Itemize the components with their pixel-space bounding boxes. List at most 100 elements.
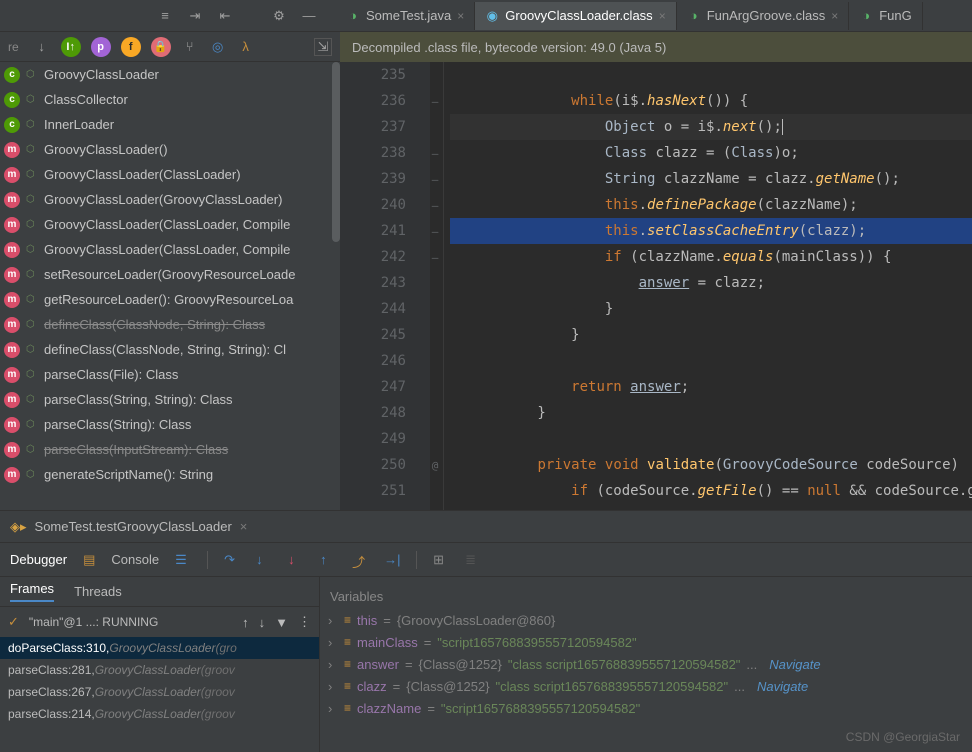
line-number[interactable]: 250 xyxy=(340,452,406,478)
line-number[interactable]: 238 xyxy=(340,140,406,166)
line-number[interactable]: 242 xyxy=(340,244,406,270)
fold-mark[interactable]: — xyxy=(428,173,442,186)
code-line[interactable]: answer = clazz; xyxy=(450,270,972,296)
variable-row[interactable]: ›≡ clazzName = "script165768839555712059… xyxy=(320,697,972,719)
variable-row[interactable]: ›≡ mainClass = "script165768839555712059… xyxy=(320,631,972,653)
tree-item[interactable]: m⬡parseClass(String, String): Class xyxy=(0,387,340,412)
code-line[interactable] xyxy=(450,348,972,374)
code-line[interactable]: Class clazz = (Class)o; xyxy=(450,140,972,166)
tree-item[interactable]: m⬡defineClass(ClassNode, String, String)… xyxy=(0,337,340,362)
line-number[interactable]: 248 xyxy=(340,400,406,426)
tree-item[interactable]: m⬡setResourceLoader(GroovyResourceLoade xyxy=(0,262,340,287)
line-number[interactable]: 245 xyxy=(340,322,406,348)
fold-mark[interactable]: — xyxy=(428,95,442,108)
tree-item[interactable]: m⬡generateScriptName(): String xyxy=(0,462,340,487)
close-icon[interactable]: × xyxy=(831,9,838,23)
variable-row[interactable]: ›≡ this = {GroovyClassLoader@860} xyxy=(320,609,972,631)
tree-item[interactable]: m⬡parseClass(InputStream): Class xyxy=(0,437,340,462)
tree-item[interactable]: m⬡GroovyClassLoader(ClassLoader) xyxy=(0,162,340,187)
scroll-icon[interactable]: ⇲ xyxy=(314,38,332,56)
tab-groovyclassloader[interactable]: ◉ GroovyClassLoader.class × xyxy=(475,2,676,30)
step-out-icon[interactable]: ↑ xyxy=(320,552,336,568)
sort-icon[interactable]: ↓ xyxy=(33,38,51,56)
frame-row[interactable]: parseClass:267, GroovyClassLoader (groov xyxy=(0,681,319,703)
tab-fung-partial[interactable]: ◑ FunG xyxy=(849,2,923,30)
debug-tab-label[interactable]: SomeTest.testGroovyClassLoader xyxy=(35,519,232,534)
tree-item[interactable]: m⬡GroovyClassLoader(ClassLoader, Compile xyxy=(0,237,340,262)
gutter[interactable]: 235236237💡238239240241242243244245246247… xyxy=(340,62,430,510)
line-number[interactable]: 237💡 xyxy=(340,114,406,140)
line-number[interactable]: 247 xyxy=(340,374,406,400)
code-line[interactable]: while(i$.hasNext()) { xyxy=(450,88,972,114)
scrollbar[interactable] xyxy=(332,62,340,242)
navigate-link[interactable]: Navigate xyxy=(769,657,820,672)
target-icon[interactable]: ◎ xyxy=(209,38,227,56)
fold-mark[interactable]: — xyxy=(428,199,442,212)
fold-column[interactable]: ——————@ xyxy=(430,62,444,510)
expand-icon[interactable]: ⇤ xyxy=(216,7,234,25)
frame-row[interactable]: parseClass:281, GroovyClassLoader (groov xyxy=(0,659,319,681)
line-number[interactable]: 249 xyxy=(340,426,406,452)
code-line[interactable]: } xyxy=(450,322,972,348)
branch-icon[interactable]: ⑂ xyxy=(181,38,199,56)
variable-row[interactable]: ›≡ answer = {Class@1252} "class script16… xyxy=(320,653,972,675)
minimize-icon[interactable]: — xyxy=(300,7,318,25)
fold-mark[interactable]: — xyxy=(428,147,442,160)
line-number[interactable]: 243 xyxy=(340,270,406,296)
frame-row[interactable]: doParseClass:310, GroovyClassLoader (gro xyxy=(0,637,319,659)
tree-item[interactable]: m⬡parseClass(String): Class xyxy=(0,412,340,437)
tree-item[interactable]: m⬡GroovyClassLoader() xyxy=(0,137,340,162)
frames-tab[interactable]: Frames xyxy=(10,581,54,602)
threads-tab[interactable]: Threads xyxy=(74,584,122,599)
more-icon[interactable]: ⋮ xyxy=(298,614,311,630)
code-line[interactable]: } xyxy=(450,296,972,322)
line-number[interactable]: 246 xyxy=(340,348,406,374)
navigate-link[interactable]: Navigate xyxy=(757,679,808,694)
line-number[interactable]: 244 xyxy=(340,296,406,322)
line-number[interactable]: 235 xyxy=(340,62,406,88)
tree-item[interactable]: m⬡getResourceLoader(): GroovyResourceLoa xyxy=(0,287,340,312)
tree-item[interactable]: c⬡GroovyClassLoader xyxy=(0,62,340,87)
fold-mark[interactable]: @ xyxy=(428,459,442,472)
tree-item[interactable]: m⬡GroovyClassLoader(GroovyClassLoader) xyxy=(0,187,340,212)
list-icon[interactable]: ☰ xyxy=(175,552,191,568)
expand-arrow-icon[interactable]: › xyxy=(328,679,338,694)
expand-arrow-icon[interactable]: › xyxy=(328,635,338,650)
line-number[interactable]: 239 xyxy=(340,166,406,192)
prev-frame-icon[interactable]: ↑ xyxy=(242,615,249,630)
line-number[interactable]: 241 xyxy=(340,218,406,244)
line-number[interactable]: 251 xyxy=(340,478,406,504)
debugger-tab[interactable]: Debugger xyxy=(10,552,67,567)
thread-selector[interactable]: "main"@1 ...: RUNNING xyxy=(29,615,232,629)
close-icon[interactable]: × xyxy=(457,9,464,23)
align-icon[interactable]: ≡ xyxy=(156,7,174,25)
console-tab[interactable]: Console xyxy=(111,552,159,567)
code-line[interactable] xyxy=(450,426,972,452)
tree-item[interactable]: m⬡defineClass(ClassNode, String): Class xyxy=(0,312,340,337)
close-icon[interactable]: × xyxy=(659,9,666,23)
force-step-into-icon[interactable]: ↓ xyxy=(288,552,304,568)
tab-sometest[interactable]: ◑ SomeTest.java × xyxy=(336,2,475,30)
code-line[interactable] xyxy=(450,62,972,88)
code-line[interactable]: Object o = i$.next(); xyxy=(450,114,972,140)
variable-row[interactable]: ›≡ clazz = {Class@1252} "class script165… xyxy=(320,675,972,697)
collapse-icon[interactable]: ⇥ xyxy=(186,7,204,25)
filter-interface-icon[interactable]: I↑ xyxy=(61,37,81,57)
drop-frame-icon[interactable]: ⤴ xyxy=(352,552,368,568)
frame-row[interactable]: parseClass:214, GroovyClassLoader (groov xyxy=(0,703,319,725)
run-to-cursor-icon[interactable]: →| xyxy=(384,552,400,568)
filter-field-icon[interactable]: f xyxy=(121,37,141,57)
code-line[interactable]: private void validate(GroovyCodeSource c… xyxy=(450,452,972,478)
code-area[interactable]: while(i$.hasNext()) { Object o = i$.next… xyxy=(450,62,972,510)
filter-private-icon[interactable]: 🔒 xyxy=(151,37,171,57)
step-into-icon[interactable]: ↓ xyxy=(256,552,272,568)
expand-arrow-icon[interactable]: › xyxy=(328,657,338,672)
fold-mark[interactable]: — xyxy=(428,251,442,264)
code-line[interactable]: if (clazzName.equals(mainClass)) { xyxy=(450,244,972,270)
tree-item[interactable]: m⬡GroovyClassLoader(ClassLoader, Compile xyxy=(0,212,340,237)
expand-arrow-icon[interactable]: › xyxy=(328,613,338,628)
evaluate-icon[interactable]: ⊞ xyxy=(433,552,449,568)
code-line[interactable]: } xyxy=(450,400,972,426)
line-number[interactable]: 236 xyxy=(340,88,406,114)
code-line[interactable]: this.setClassCacheEntry(clazz); xyxy=(450,218,972,244)
